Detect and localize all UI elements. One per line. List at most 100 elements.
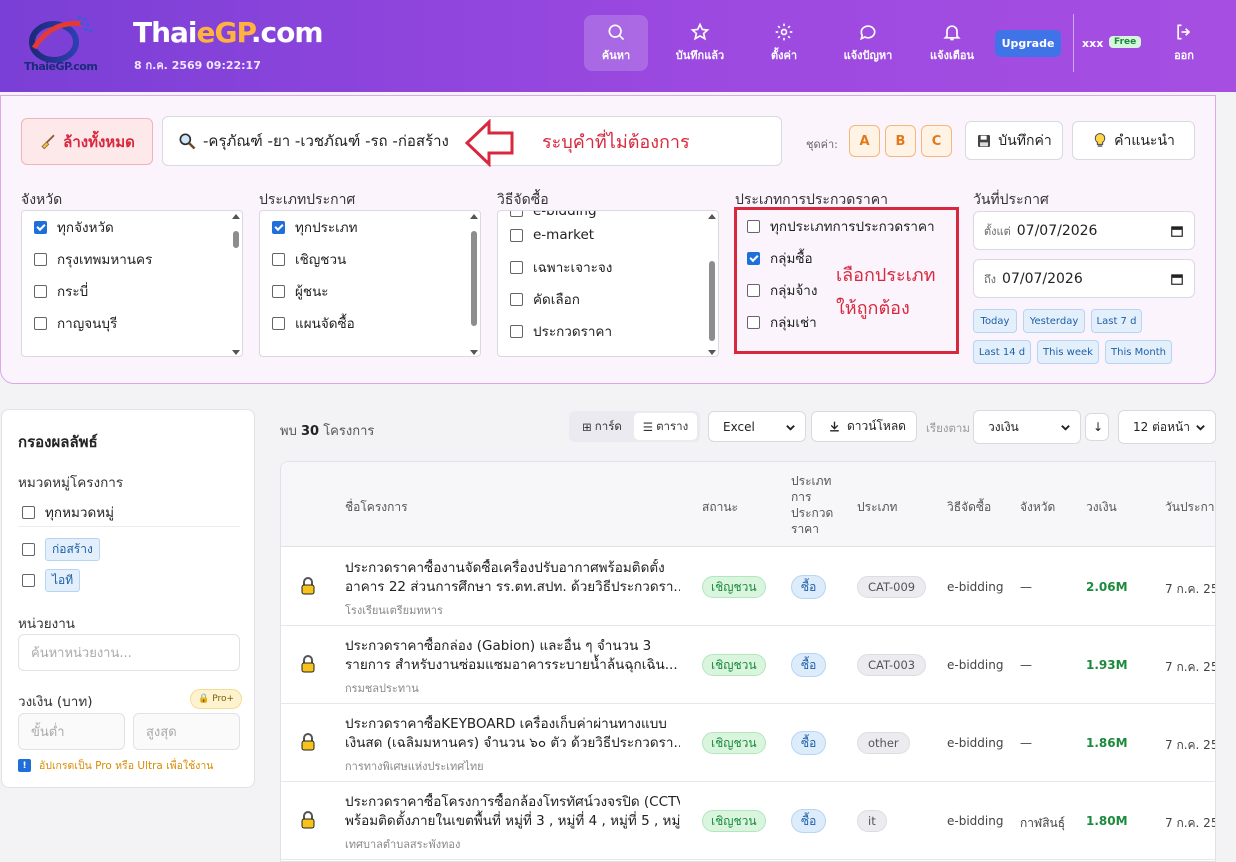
- announce-type-option[interactable]: แผนจัดซื้อ: [260, 307, 480, 339]
- announce-type-option[interactable]: ทุกประเภท: [260, 211, 480, 243]
- province-option[interactable]: กรุงเทพมหานคร: [22, 243, 242, 275]
- table-row[interactable]: ประกวดราคาซื้อกล่อง (Gabion) และอื่น ๆ จ…: [281, 626, 1215, 704]
- scroll-thumb[interactable]: [233, 231, 239, 248]
- scroll-thumb[interactable]: [471, 231, 477, 326]
- column-header-method[interactable]: วิธีจัดซื้อ: [947, 498, 991, 517]
- view-table-button[interactable]: ☰ ตาราง: [634, 413, 697, 440]
- table-row[interactable]: ประกวดราคาซื้อKEYBOARD เครื่องเก็บค่าผ่า…: [281, 704, 1215, 782]
- checkbox-icon[interactable]: [272, 316, 285, 330]
- method-option[interactable]: คัดเลือก: [498, 283, 718, 315]
- checkbox-checked-icon[interactable]: [34, 220, 47, 234]
- province-option[interactable]: กระบี่: [22, 275, 242, 307]
- nav-search[interactable]: ค้นหา: [584, 15, 648, 71]
- method-option[interactable]: e-market: [498, 219, 718, 251]
- quick-date-yesterday[interactable]: Yesterday: [1023, 309, 1085, 333]
- scrollbar[interactable]: [708, 214, 716, 355]
- category-option[interactable]: ก่อสร้าง: [22, 538, 100, 561]
- project-name[interactable]: ประกวดราคาซื้อกล่อง (Gabion) และอื่น ๆ จ…: [345, 637, 680, 675]
- budget-max-input[interactable]: สูงสุด: [133, 713, 240, 750]
- brand-title[interactable]: ThaieGP.com: [133, 16, 324, 49]
- export-format-select[interactable]: Excel: [708, 411, 806, 442]
- method-option[interactable]: เฉพาะเจาะจง: [498, 251, 718, 283]
- annotation-select-type: เลือกประเภท ให้ถูกต้อง: [836, 259, 936, 325]
- preset-a-button[interactable]: A: [849, 125, 880, 157]
- calendar-icon[interactable]: [1170, 272, 1184, 286]
- method-option[interactable]: ประกวดราคา: [498, 315, 718, 347]
- column-header-province[interactable]: จังหวัด: [1020, 498, 1055, 517]
- quick-date-today[interactable]: Today: [973, 309, 1017, 333]
- scroll-down-icon[interactable]: [470, 350, 478, 355]
- nav-settings[interactable]: ตั้งค่า: [752, 15, 816, 71]
- announce-type-option[interactable]: ผู้ชนะ: [260, 275, 480, 307]
- method-list[interactable]: e-bidding e-market เฉพาะเจาะจง คัดเลือก …: [497, 210, 719, 357]
- category-option[interactable]: ไอที: [22, 569, 81, 592]
- checkbox-icon[interactable]: [510, 228, 523, 242]
- tips-button[interactable]: คำแนะนำ: [1072, 121, 1195, 160]
- quick-date-this-week[interactable]: This week: [1037, 340, 1099, 364]
- checkbox-icon[interactable]: [22, 505, 35, 519]
- checkbox-icon[interactable]: [272, 252, 285, 266]
- nav-notifications[interactable]: แจ้งเตือน: [920, 15, 984, 71]
- scroll-up-icon[interactable]: [232, 214, 240, 219]
- sort-select[interactable]: วงเงิน: [973, 410, 1081, 444]
- category-all-option[interactable]: ทุกหมวดหมู่: [22, 501, 114, 523]
- column-header-bid-type[interactable]: ประเภท การ ประกวด ราคา: [791, 473, 833, 537]
- per-page-select[interactable]: 12 ต่อหน้า: [1118, 410, 1216, 444]
- checkbox-icon[interactable]: [510, 211, 523, 217]
- project-name[interactable]: ประกวดราคาซื้องานจัดซื้อเครื่องปรับอากาศ…: [345, 559, 680, 597]
- clear-all-button[interactable]: ล้างทั้งหมด: [21, 118, 153, 165]
- project-name[interactable]: ประกวดราคาซื้อKEYBOARD เครื่องเก็บค่าผ่า…: [345, 715, 680, 753]
- nav-report[interactable]: แจ้งปัญหา: [836, 15, 900, 71]
- scroll-up-icon[interactable]: [470, 214, 478, 219]
- calendar-icon[interactable]: [1170, 224, 1184, 238]
- checkbox-icon[interactable]: [22, 574, 35, 587]
- checkbox-icon[interactable]: [272, 284, 285, 298]
- method-option-partial[interactable]: e-bidding: [498, 211, 718, 219]
- checkbox-icon[interactable]: [34, 316, 47, 330]
- view-card-button[interactable]: ⊞ การ์ด: [572, 413, 632, 440]
- scrollbar[interactable]: [232, 214, 240, 355]
- checkbox-icon[interactable]: [510, 260, 523, 274]
- scroll-down-icon[interactable]: [708, 350, 716, 355]
- date-from-input[interactable]: ตั้งแต่ 07/07/2026: [973, 211, 1195, 250]
- date-to-input[interactable]: ถึง 07/07/2026: [973, 259, 1195, 298]
- quick-date-last7[interactable]: Last 7 d: [1091, 309, 1142, 333]
- checkbox-icon[interactable]: [34, 252, 47, 266]
- scrollbar[interactable]: [470, 214, 478, 355]
- quick-date-last14[interactable]: Last 14 d: [973, 340, 1031, 364]
- announce-type-option[interactable]: เชิญชวน: [260, 243, 480, 275]
- scroll-thumb[interactable]: [709, 261, 715, 341]
- announce-type-list[interactable]: ทุกประเภท เชิญชวน ผู้ชนะ แผนจัดซื้อ: [259, 210, 481, 357]
- province-option[interactable]: กาญจนบุรี: [22, 307, 242, 339]
- nav-logout[interactable]: ออก: [1160, 15, 1208, 71]
- budget-min-input[interactable]: ขั้นต่ำ: [18, 713, 125, 750]
- column-header-category[interactable]: ประเภท: [857, 498, 897, 517]
- preset-b-button[interactable]: B: [885, 125, 916, 157]
- province-option[interactable]: ทุกจังหวัด: [22, 211, 242, 243]
- nav-saved[interactable]: บันทึกแล้ว: [668, 15, 732, 71]
- save-preset-button[interactable]: บันทึกค่า: [965, 121, 1063, 160]
- table-row[interactable]: ประกวดราคาซื้อโครงการซื้อกล้องโทรทัศน์วง…: [281, 782, 1215, 860]
- upgrade-note[interactable]: ! อัปเกรดเป็น Pro หรือ Ultra เพื่อใช้งาน: [18, 757, 213, 774]
- checkbox-icon[interactable]: [510, 292, 523, 306]
- project-name[interactable]: ประกวดราคาซื้อโครงการซื้อกล้องโทรทัศน์วง…: [345, 793, 680, 831]
- checkbox-checked-icon[interactable]: [272, 220, 285, 234]
- column-header-amount[interactable]: วงเงิน: [1086, 498, 1117, 517]
- scroll-up-icon[interactable]: [708, 214, 716, 219]
- upgrade-button[interactable]: Upgrade: [995, 30, 1061, 57]
- download-button[interactable]: ดาวน์โหลด: [811, 411, 917, 442]
- province-list[interactable]: ทุกจังหวัด กรุงเทพมหานคร กระบี่ กาญจนบุร…: [21, 210, 243, 357]
- checkbox-icon[interactable]: [22, 543, 35, 556]
- checkbox-icon[interactable]: [510, 324, 523, 338]
- preset-c-button[interactable]: C: [921, 125, 952, 157]
- table-row[interactable]: ประกวดราคาซื้องานจัดซื้อเครื่องปรับอากาศ…: [281, 548, 1215, 626]
- quick-date-this-month[interactable]: This Month: [1105, 340, 1172, 364]
- agency-search-input[interactable]: ค้นหาหน่วยงาน...: [18, 634, 240, 671]
- column-header-status[interactable]: สถานะ: [702, 498, 738, 517]
- column-header-name[interactable]: ชื่อโครงการ: [345, 498, 408, 517]
- column-header-date[interactable]: วันประกาศ: [1165, 498, 1215, 517]
- checkbox-icon[interactable]: [34, 284, 47, 298]
- sort-direction-button[interactable]: ↓: [1085, 413, 1109, 441]
- user-name[interactable]: xxx: [1082, 37, 1103, 50]
- scroll-down-icon[interactable]: [232, 350, 240, 355]
